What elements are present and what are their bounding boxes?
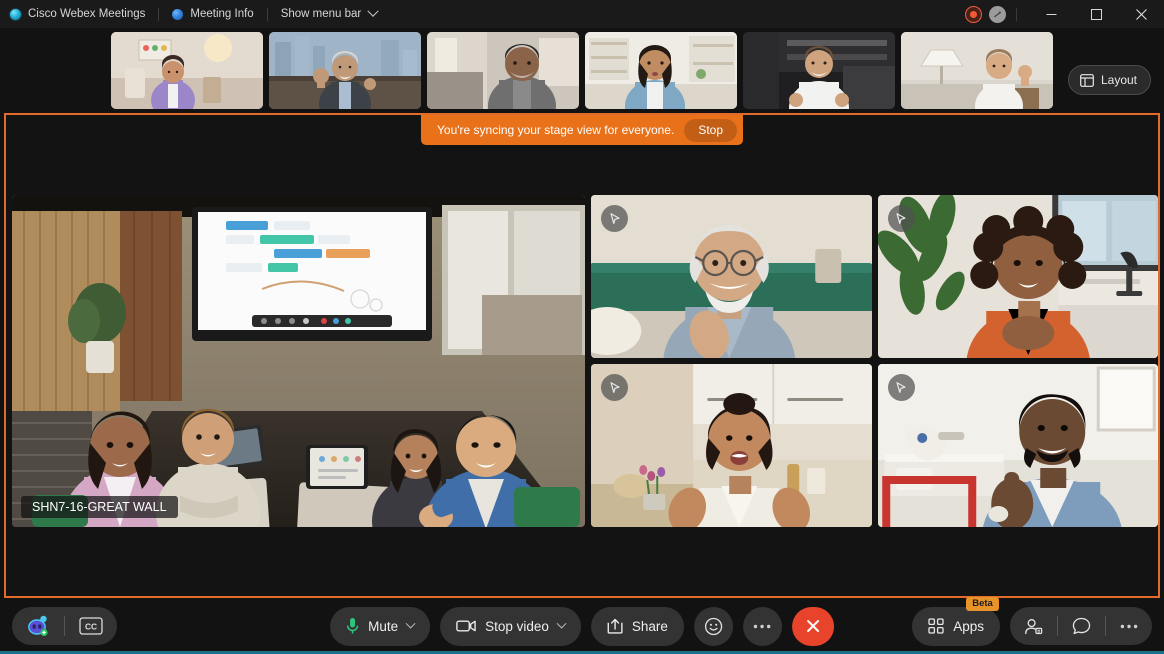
stage-area: You're syncing your stage view for every… — [4, 113, 1160, 598]
share-button[interactable]: Share — [590, 606, 684, 646]
chat-button[interactable] — [1058, 607, 1105, 645]
end-meeting-button[interactable] — [791, 606, 834, 646]
participant-thumb-4[interactable] — [585, 32, 737, 109]
closed-captions-button[interactable]: CC — [65, 607, 117, 645]
connection-status-icon[interactable] — [989, 5, 1006, 23]
emoji-reaction-icon — [704, 617, 723, 635]
titlebar-divider-3 — [1016, 7, 1017, 21]
webex-assistant-icon — [26, 615, 50, 637]
mute-label: Mute — [368, 618, 399, 634]
panel-more-button[interactable] — [1106, 607, 1152, 645]
app-title: Cisco Webex Meetings — [10, 8, 145, 20]
participant-thumb-6[interactable] — [901, 32, 1053, 109]
secondary-controls: Beta Apps — [912, 596, 1152, 646]
panels-group — [1010, 607, 1152, 645]
participant-row-top — [591, 195, 1158, 358]
chevron-down-icon — [367, 5, 379, 17]
minimize-button[interactable] — [1029, 0, 1074, 28]
participant-grid — [591, 195, 1158, 527]
video-options-chevron-icon[interactable] — [556, 618, 567, 629]
more-options-button[interactable] — [742, 606, 782, 646]
stop-sync-button[interactable]: Stop — [684, 118, 737, 142]
stage-pin-icon[interactable] — [601, 374, 628, 401]
stage-pin-icon[interactable] — [887, 205, 915, 232]
sync-stage-banner: You're syncing your stage view for every… — [421, 115, 743, 145]
participant-tile-2[interactable] — [877, 195, 1158, 358]
sync-banner-text: You're syncing your stage view for every… — [437, 123, 675, 137]
titlebar-divider-2 — [266, 7, 268, 21]
webex-assistant-button[interactable] — [12, 607, 64, 645]
main-tile-name-label: SHN7-16-GREAT WALL — [21, 496, 178, 518]
ellipsis-icon — [754, 624, 771, 628]
title-bar: Cisco Webex Meetings Meeting Info Show m… — [0, 0, 1164, 28]
mute-options-chevron-icon[interactable] — [405, 618, 416, 629]
camera-icon — [456, 620, 476, 632]
reactions-button[interactable] — [693, 606, 733, 646]
show-menu-bar-label: Show menu bar — [280, 8, 362, 20]
participant-thumb-1[interactable] — [111, 32, 263, 109]
participant-thumb-5[interactable] — [743, 32, 895, 109]
participant-row-bottom — [591, 364, 1158, 527]
window-controls — [965, 0, 1164, 28]
chat-bubble-icon — [1072, 617, 1091, 635]
participant-thumb-3[interactable] — [427, 32, 579, 109]
main-video-tile[interactable]: SHN7-16-GREAT WALL — [12, 195, 585, 527]
stop-video-label: Stop video — [485, 618, 549, 634]
meeting-toolbar: CC Mute Stop video Share Beta Apps — [0, 596, 1164, 654]
cc-icon: CC — [79, 617, 103, 635]
participant-tile-3[interactable] — [591, 364, 872, 527]
stage-pin-icon[interactable] — [887, 374, 915, 401]
recording-indicator-icon[interactable] — [965, 5, 982, 23]
webex-logo-icon — [10, 8, 21, 20]
share-screen-icon — [607, 618, 623, 634]
meeting-info-button[interactable]: Meeting Info — [172, 8, 254, 20]
close-x-icon — [806, 620, 819, 632]
show-menu-bar-button[interactable]: Show menu bar — [280, 5, 379, 20]
svg-text:CC: CC — [85, 621, 97, 631]
close-button[interactable] — [1119, 0, 1164, 28]
apps-beta-badge: Beta — [966, 596, 999, 611]
maximize-button[interactable] — [1074, 0, 1119, 28]
layout-icon — [1080, 73, 1094, 87]
mute-button[interactable]: Mute — [330, 606, 431, 646]
participant-filmstrip: Layout — [0, 28, 1164, 113]
stop-video-button[interactable]: Stop video — [440, 606, 581, 646]
assistant-captions-group: CC — [12, 607, 117, 645]
participants-button[interactable] — [1010, 607, 1057, 645]
apps-button[interactable]: Apps — [912, 606, 1000, 646]
titlebar-divider-1 — [158, 7, 160, 21]
meeting-info-label: Meeting Info — [190, 8, 254, 20]
apps-grid-icon — [928, 618, 944, 634]
layout-label: Layout — [1100, 73, 1137, 87]
ellipsis-icon — [1120, 624, 1138, 628]
layout-button[interactable]: Layout — [1067, 65, 1151, 95]
share-label: Share — [631, 618, 668, 634]
info-icon — [172, 8, 184, 20]
stage-pin-icon[interactable] — [601, 205, 628, 232]
app-title-label: Cisco Webex Meetings — [28, 8, 146, 20]
participant-tile-4[interactable] — [877, 364, 1158, 527]
webex-meetings-window: Cisco Webex Meetings Meeting Info Show m… — [0, 0, 1164, 654]
apps-label: Apps — [953, 618, 984, 634]
primary-controls: Mute Stop video Share — [330, 606, 834, 646]
microphone-icon — [346, 618, 359, 634]
video-grid: SHN7-16-GREAT WALL — [12, 195, 1158, 527]
participant-thumb-2[interactable] — [269, 32, 421, 109]
participants-icon — [1025, 618, 1043, 634]
participant-tile-1[interactable] — [591, 195, 872, 358]
